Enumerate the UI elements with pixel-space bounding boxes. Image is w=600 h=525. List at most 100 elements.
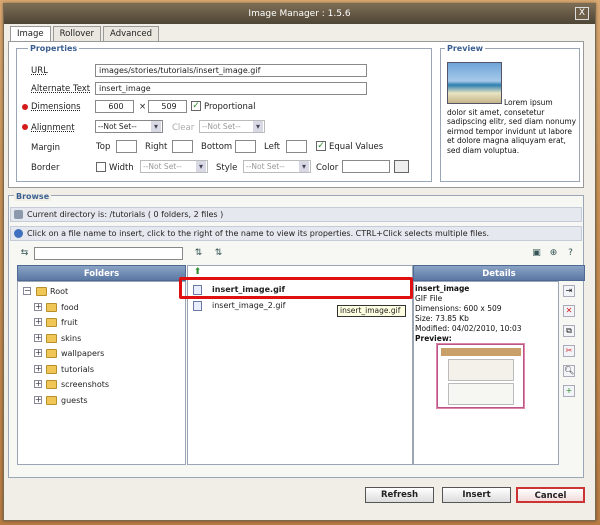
preview-text-rest: dolor sit amet, consetetur sadipscing el… — [447, 107, 577, 155]
alt-text-input[interactable]: insert_image — [95, 82, 367, 95]
insert-button[interactable]: Insert — [442, 487, 511, 503]
folder-icon — [46, 349, 57, 358]
file-item-insert-image-2[interactable]: insert_image_2.gif — [212, 301, 285, 311]
selection-highlight — [179, 277, 413, 299]
margin-right-input[interactable] — [172, 140, 193, 153]
help-text: Click on a file name to insert, click to… — [27, 229, 490, 238]
add-icon[interactable]: + — [563, 385, 575, 397]
details-preview-image — [436, 343, 525, 409]
tree-item-fruit[interactable]: fruit — [61, 318, 78, 328]
expand-icon[interactable]: + — [34, 365, 42, 373]
gif-file-icon — [193, 301, 202, 311]
border-style-select[interactable]: --Not Set-- — [243, 160, 311, 173]
url-label: URL — [31, 66, 48, 76]
info-icon — [14, 229, 23, 238]
sort-alt-icon[interactable]: ⇅ — [212, 247, 225, 259]
help-bar: Click on a file name to insert, click to… — [10, 226, 582, 241]
current-directory-text: Current directory is: /tutorials ( 0 fol… — [27, 210, 224, 219]
details-size: Size: 73.85 Kb — [415, 314, 469, 323]
help-icon[interactable]: ? — [564, 247, 577, 259]
folder-icon — [46, 318, 57, 327]
folder-icon — [46, 396, 57, 405]
title-bar: Image Manager : 1.5.6 X — [4, 4, 595, 24]
border-checkbox[interactable] — [96, 162, 106, 172]
margin-top-label: Top — [96, 142, 111, 152]
cut-icon[interactable]: ✂ — [563, 345, 575, 357]
close-icon[interactable]: X — [575, 7, 589, 20]
tree-root[interactable]: Root — [50, 287, 68, 297]
tree-item-guests[interactable]: guests — [61, 396, 88, 406]
filter-icon[interactable]: ⇆ — [18, 247, 31, 259]
border-color-label: Color — [316, 163, 339, 173]
tab-advanced[interactable]: Advanced — [103, 26, 160, 41]
alt-text-label: Alternate Text — [31, 84, 91, 94]
details-preview-label: Preview: — [415, 334, 452, 343]
folder-icon — [46, 365, 57, 374]
upload-icon[interactable]: ⊕ — [547, 247, 560, 259]
cancel-button[interactable]: Cancel — [516, 487, 585, 503]
file-search-input[interactable] — [34, 247, 183, 260]
tree-item-wallpapers[interactable]: wallpapers — [61, 349, 104, 359]
expand-icon[interactable]: + — [34, 349, 42, 357]
window-title: Image Manager : 1.5.6 — [248, 9, 351, 19]
margin-top-input[interactable] — [116, 140, 137, 153]
tree-item-screenshots[interactable]: screenshots — [61, 380, 109, 390]
collapse-icon[interactable]: − — [23, 287, 31, 295]
border-color-input[interactable] — [342, 160, 390, 173]
height-input[interactable]: 509 — [148, 100, 187, 113]
folders-header: Folders — [17, 265, 186, 281]
times-sign: × — [139, 102, 147, 112]
folder-icon — [46, 334, 57, 343]
insert-file-icon[interactable]: ⇥ — [563, 285, 575, 297]
clear-label: Clear — [172, 123, 195, 133]
details-header: Details — [413, 265, 585, 281]
tree-item-food[interactable]: food — [61, 303, 79, 313]
file-tooltip: insert_image.gif — [337, 305, 406, 317]
alignment-select[interactable]: --Not Set-- — [95, 120, 163, 133]
details-name: insert_image — [415, 284, 470, 293]
details-modified: Modified: 04/02/2010, 10:03 — [415, 324, 522, 333]
properties-legend: Properties — [28, 44, 80, 53]
alignment-label: Alignment — [31, 123, 75, 133]
folder-icon — [36, 287, 47, 296]
tree-item-tutorials[interactable]: tutorials — [61, 365, 94, 375]
proportional-checkbox[interactable]: ✓ — [191, 101, 201, 111]
margin-left-input[interactable] — [286, 140, 307, 153]
color-picker-icon[interactable] — [394, 160, 409, 173]
margin-right-label: Right — [145, 142, 168, 152]
sort-icon[interactable]: ⇅ — [192, 247, 205, 259]
required-dot — [22, 104, 28, 110]
proportional-label: Proportional — [204, 102, 256, 112]
url-input[interactable]: images/stories/tutorials/insert_image.gi… — [95, 64, 367, 77]
required-dot — [22, 124, 28, 130]
tab-rollover[interactable]: Rollover — [52, 26, 102, 41]
clear-select[interactable]: --Not Set-- — [199, 120, 265, 133]
new-folder-icon[interactable]: ▣ — [530, 247, 543, 259]
preview-text-first: Lorem ipsum — [504, 98, 553, 107]
equal-values-label: Equal Values — [329, 142, 384, 152]
expand-icon[interactable]: + — [34, 396, 42, 404]
tree-item-skins[interactable]: skins — [61, 334, 81, 344]
margin-bottom-input[interactable] — [235, 140, 256, 153]
current-directory-bar: Current directory is: /tutorials ( 0 fol… — [10, 207, 582, 222]
tab-strip: Image Rollover Advanced — [10, 26, 161, 42]
expand-icon[interactable]: + — [34, 380, 42, 388]
delete-icon[interactable]: ✕ — [563, 305, 575, 317]
preview-text: Lorem ipsum dolor sit amet, consetetur s… — [447, 98, 579, 155]
expand-icon[interactable]: + — [34, 334, 42, 342]
view-icon[interactable]: 🔍︎ — [563, 365, 575, 377]
copy-icon[interactable]: ⧉ — [563, 325, 575, 337]
refresh-button[interactable]: Refresh — [365, 487, 434, 503]
expand-icon[interactable]: + — [34, 303, 42, 311]
margin-label: Margin — [31, 143, 61, 153]
expand-icon[interactable]: + — [34, 318, 42, 326]
border-width-select[interactable]: --Not Set-- — [140, 160, 208, 173]
equal-values-checkbox[interactable]: ✓ — [316, 141, 326, 151]
border-label: Border — [31, 163, 60, 173]
width-input[interactable]: 600 — [95, 100, 134, 113]
details-dimensions: Dimensions: 600 x 509 — [415, 304, 502, 313]
preview-legend: Preview — [445, 44, 486, 53]
browse-legend: Browse — [14, 192, 52, 201]
details-info: insert_image GIF File Dimensions: 600 x … — [415, 284, 522, 344]
tab-image[interactable]: Image — [10, 26, 51, 42]
